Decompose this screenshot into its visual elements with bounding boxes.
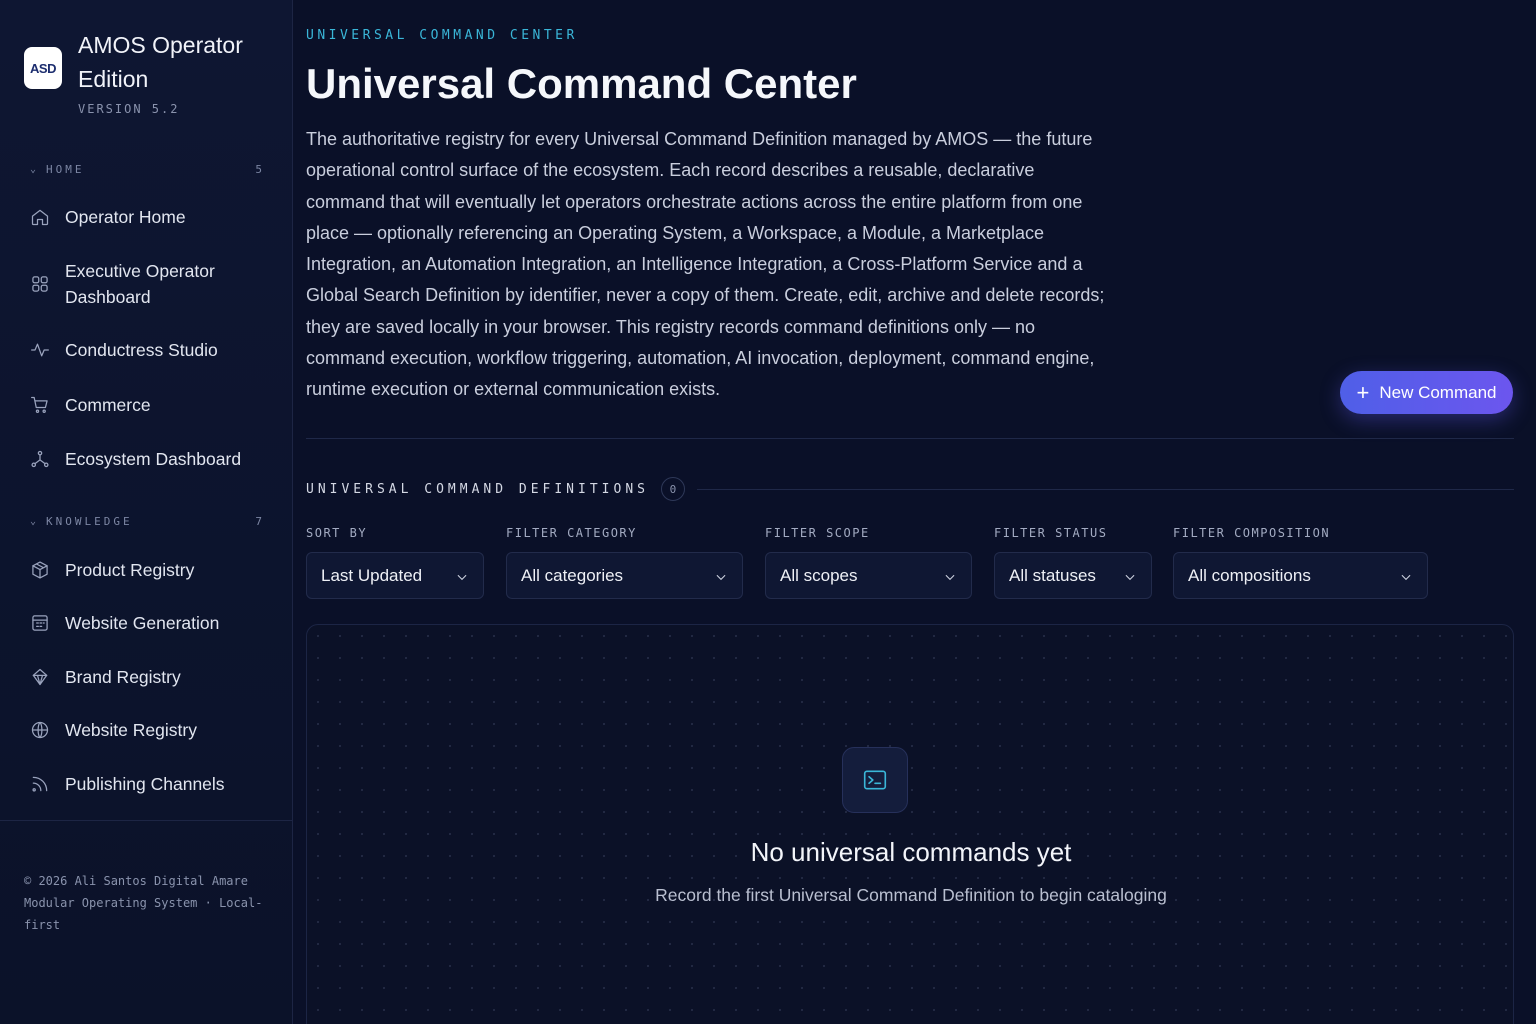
sidebar-divider <box>0 820 293 821</box>
sidebar-item-label: Conductress Studio <box>65 340 218 360</box>
sidebar: ASD AMOS Operator Edition VERSION 5.2 ⌄ … <box>0 0 293 1024</box>
section-label: HOME <box>46 163 85 176</box>
terminal-icon <box>842 747 908 813</box>
grid-icon <box>30 274 50 294</box>
new-command-button[interactable]: + New Command <box>1340 371 1513 414</box>
chevron-down-icon <box>714 569 728 583</box>
globe-icon <box>30 720 50 740</box>
sidebar-item-label: Operator Home <box>65 207 186 227</box>
plus-icon: + <box>1356 379 1370 405</box>
activity-icon <box>30 340 50 360</box>
section-toggle-home[interactable]: ⌄ HOME 5 <box>30 163 262 176</box>
sidebar-item-conductress-studio[interactable]: Conductress Studio <box>30 337 270 363</box>
definitions-title: UNIVERSAL COMMAND DEFINITIONS <box>306 481 649 497</box>
cart-icon <box>30 395 50 415</box>
sidebar-item-brand-registry[interactable]: Brand Registry <box>30 664 270 690</box>
section-toggle-knowledge[interactable]: ⌄ KNOWLEDGE 7 <box>30 515 262 528</box>
section-count: 7 <box>255 515 262 528</box>
logo: ASD <box>24 47 62 89</box>
category-label: FILTER CATEGORY <box>506 526 637 540</box>
chevron-down-icon: ⌄ <box>30 516 37 527</box>
sidebar-item-website-registry[interactable]: Website Registry <box>30 717 270 743</box>
sidebar-item-ecosystem-dashboard[interactable]: Ecosystem Dashboard <box>30 446 270 472</box>
definitions-count-badge: 0 <box>660 477 685 501</box>
sidebar-item-label: Publishing Channels <box>65 774 225 794</box>
chevron-down-icon <box>1399 569 1413 583</box>
section-label: KNOWLEDGE <box>46 515 133 528</box>
layout-icon <box>30 613 50 633</box>
chevron-down-icon <box>1123 569 1137 583</box>
brand-title: AMOS Operator Edition <box>78 32 243 92</box>
scope-filter: FILTER SCOPE All scopes <box>765 526 972 599</box>
sidebar-item-label: Website Registry <box>65 720 197 740</box>
home-icon <box>30 207 50 227</box>
sidebar-item-operator-home[interactable]: Operator Home <box>30 204 270 230</box>
sidebar-item-executive-operator-dashboard[interactable]: Executive Operator Dashboard <box>30 258 270 310</box>
sort-label: SORT BY <box>306 526 368 540</box>
sidebar-footer: © 2026 Ali Santos Digital Amare Modular … <box>24 874 263 932</box>
gem-icon <box>30 667 50 687</box>
page-description: The authoritative registry for every Uni… <box>306 129 1105 400</box>
sidebar-item-label: Brand Registry <box>65 667 181 687</box>
chevron-down-icon: ⌄ <box>30 164 37 175</box>
scope-label: FILTER SCOPE <box>765 526 870 540</box>
composition-label: FILTER COMPOSITION <box>1173 526 1331 540</box>
sidebar-item-commerce[interactable]: Commerce <box>30 392 270 418</box>
empty-state-subtitle: Record the first Universal Command Defin… <box>655 885 1167 905</box>
status-value: All statuses <box>1009 565 1096 585</box>
package-icon <box>30 560 50 580</box>
empty-state-panel: No universal commands yet Record the fir… <box>306 624 1514 1024</box>
category-select[interactable]: All categories <box>506 552 743 599</box>
sidebar-item-website-generation[interactable]: Website Generation <box>30 610 270 636</box>
brand-version: VERSION 5.2 <box>78 102 180 116</box>
status-select[interactable]: All statuses <box>994 552 1152 599</box>
definitions-divider <box>696 488 1514 490</box>
sidebar-item-publishing-channels[interactable]: Publishing Channels <box>30 771 270 797</box>
main-content: UNIVERSAL COMMAND CENTER Universal Comma… <box>306 0 1514 1024</box>
header-divider <box>306 438 1514 439</box>
brand[interactable]: ASD AMOS Operator Edition VERSION 5.2 <box>24 28 268 116</box>
category-value: All categories <box>521 565 624 585</box>
composition-value: All compositions <box>1188 565 1311 585</box>
sidebar-item-product-registry[interactable]: Product Registry <box>30 557 270 583</box>
sidebar-item-label: Ecosystem Dashboard <box>65 449 242 469</box>
scope-select[interactable]: All scopes <box>765 552 972 599</box>
page-eyebrow: UNIVERSAL COMMAND CENTER <box>306 28 578 43</box>
chevron-down-icon <box>455 569 469 583</box>
sidebar-item-label: Website Generation <box>65 613 220 633</box>
empty-state-title: No universal commands yet <box>750 837 1072 867</box>
definitions-header: UNIVERSAL COMMAND DEFINITIONS 0 <box>306 477 1514 501</box>
sidebar-item-label: Executive Operator Dashboard <box>65 261 215 307</box>
composition-filter: FILTER COMPOSITION All compositions <box>1173 526 1428 599</box>
status-filter: FILTER STATUS All statuses <box>994 526 1152 599</box>
chevron-down-icon <box>943 569 957 583</box>
sidebar-item-label: Commerce <box>65 395 151 415</box>
sidebar-item-label: Product Registry <box>65 560 195 580</box>
composition-select[interactable]: All compositions <box>1173 552 1428 599</box>
status-label: FILTER STATUS <box>994 526 1108 540</box>
new-command-label: New Command <box>1379 382 1497 402</box>
page-title: Universal Command Center <box>306 60 857 107</box>
rss-icon <box>30 774 50 794</box>
section-count: 5 <box>255 163 262 176</box>
category-filter: FILTER CATEGORY All categories <box>506 526 743 599</box>
sort-select[interactable]: Last Updated <box>306 552 484 599</box>
network-icon <box>30 449 50 469</box>
sort-filter: SORT BY Last Updated <box>306 526 484 599</box>
sort-value: Last Updated <box>321 565 423 585</box>
scope-value: All scopes <box>780 565 858 585</box>
